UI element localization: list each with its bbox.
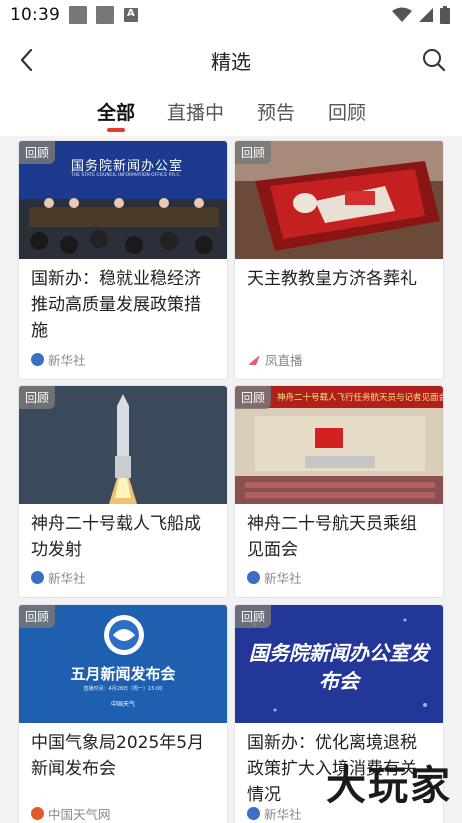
thumbnail-text: 神舟二十号载人飞行任务航天员与记者见面会	[277, 393, 443, 403]
video-thumbnail: 神舟二十号载人飞行任务航天员与记者见面会 回顾	[235, 386, 443, 504]
replay-badge: 回顾	[19, 386, 56, 409]
source-label: 新华社	[247, 804, 302, 823]
xinhua-logo-icon	[247, 807, 260, 820]
thumbnail-text: 五月新闻发布会	[70, 665, 176, 683]
replay-badge: 回顾	[19, 605, 56, 628]
top-app-bar: 精选	[0, 30, 462, 90]
video-thumbnail: 国务院新闻办公室发布会 回顾	[235, 605, 443, 723]
source-name: 新华社	[264, 571, 302, 586]
source-label: 中国天气网	[31, 804, 111, 823]
search-icon[interactable]	[420, 46, 448, 74]
xinhua-logo-icon	[31, 353, 44, 366]
card-title: 天主教教皇方济各葬礼	[247, 269, 417, 289]
card-title: 神舟二十号航天员乘组见面会	[247, 514, 417, 560]
video-card[interactable]: 国务院新闻办公室 THE STATE COUNCIL INFORMATION O…	[18, 140, 228, 380]
replay-badge: 回顾	[19, 141, 56, 164]
card-title: 中国气象局2025年5月新闻发布会	[31, 733, 205, 779]
thumbnail-text: 国务院新闻办公室发布会	[249, 641, 429, 693]
status-bar: 10:39	[0, 0, 462, 30]
notification-icon	[69, 6, 87, 24]
thumbnail-text: 国务院新闻办公室	[71, 159, 184, 174]
status-time: 10:39	[10, 5, 60, 25]
tab-replay[interactable]: 回顾	[328, 98, 366, 125]
video-card[interactable]: 回顾 神舟二十号载人飞船成功发射 新华社	[18, 385, 228, 598]
thumbnail-subtext: 直播时间：4月28日（周一）15:00	[83, 686, 163, 692]
watermark-logo: 大玩家	[326, 763, 452, 809]
thumbnail-brand: 中国天气	[110, 701, 135, 708]
source-label: 新华社	[31, 568, 86, 587]
video-thumbnail: 回顾	[19, 386, 227, 504]
video-thumbnail: 五月新闻发布会 直播时间：4月28日（周一）15:00 中国天气 回顾	[19, 605, 227, 723]
replay-badge: 回顾	[235, 386, 272, 409]
replay-badge: 回顾	[235, 141, 272, 164]
video-card[interactable]: 五月新闻发布会 直播时间：4月28日（周一）15:00 中国天气 回顾 中国气象…	[18, 604, 228, 823]
source-name: 凤直播	[265, 353, 303, 368]
card-title: 神舟二十号载人飞船成功发射	[31, 514, 201, 560]
source-name: 新华社	[264, 807, 302, 822]
source-label: 新华社	[247, 568, 302, 587]
source-name: 中国天气网	[48, 807, 111, 822]
replay-badge: 回顾	[235, 605, 272, 628]
xinhua-logo-icon	[247, 571, 260, 584]
battery-icon	[440, 6, 450, 24]
tab-all[interactable]: 全部	[97, 98, 135, 125]
thumbnail-subtext: THE STATE COUNCIL INFORMATION OFFICE P.R…	[71, 173, 182, 178]
source-label: 凤直播	[247, 350, 303, 369]
source-label: 新华社	[31, 350, 86, 369]
tab-live[interactable]: 直播中	[167, 98, 224, 125]
feng-logo-icon	[248, 354, 260, 365]
weather-logo-icon	[31, 807, 44, 820]
source-name: 新华社	[48, 571, 86, 586]
video-thumbnail: 回顾	[235, 141, 443, 259]
tab-upcoming[interactable]: 预告	[257, 98, 295, 125]
font-notification-icon	[124, 8, 138, 22]
video-thumbnail: 国务院新闻办公室 THE STATE COUNCIL INFORMATION O…	[19, 141, 227, 259]
signal-icon	[419, 8, 433, 22]
card-title: 国新办：稳就业稳经济推动高质量发展政策措施	[31, 269, 201, 341]
xinhua-logo-icon	[31, 571, 44, 584]
video-card[interactable]: 回顾 天主教教皇方济各葬礼 凤直播	[234, 140, 444, 380]
source-name: 新华社	[48, 353, 86, 368]
tab-active-indicator	[107, 128, 125, 132]
video-grid: 国务院新闻办公室 THE STATE COUNCIL INFORMATION O…	[0, 136, 462, 823]
notification-icon	[96, 6, 114, 24]
category-tabs: 全部 直播中 预告 回顾	[0, 90, 462, 136]
video-card[interactable]: 神舟二十号载人飞行任务航天员与记者见面会 回顾 神舟二十号航天员乘组见面会 新华…	[234, 385, 444, 598]
page-title: 精选	[211, 50, 251, 74]
wifi-icon	[392, 7, 412, 22]
